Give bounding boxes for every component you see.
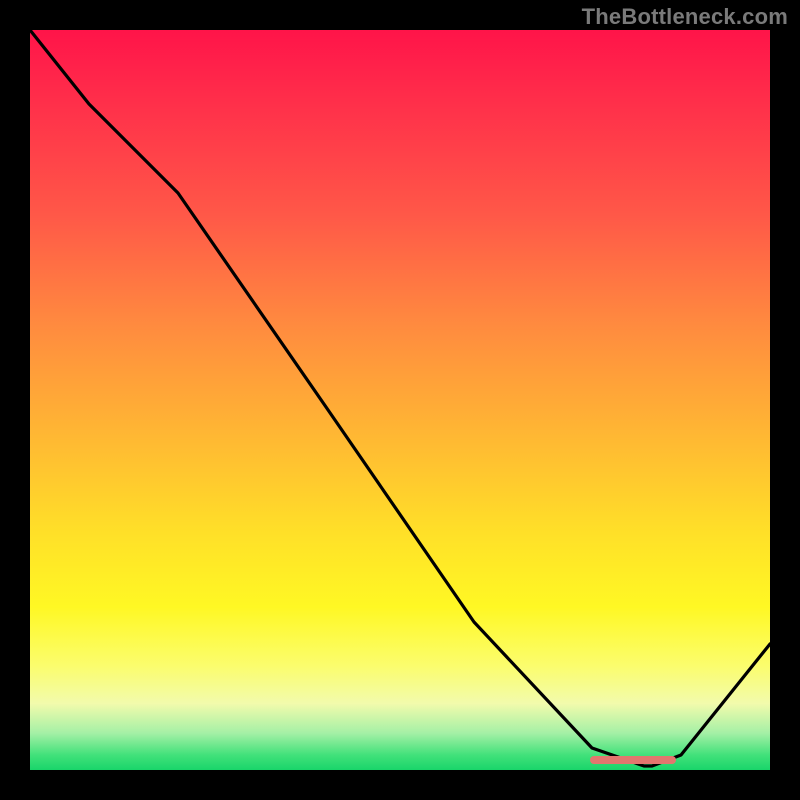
plot-area [30, 30, 770, 770]
watermark-text: TheBottleneck.com [582, 4, 788, 30]
chart-frame: TheBottleneck.com [0, 0, 800, 800]
bottleneck-curve [30, 30, 770, 770]
optimal-range-marker [590, 756, 676, 764]
